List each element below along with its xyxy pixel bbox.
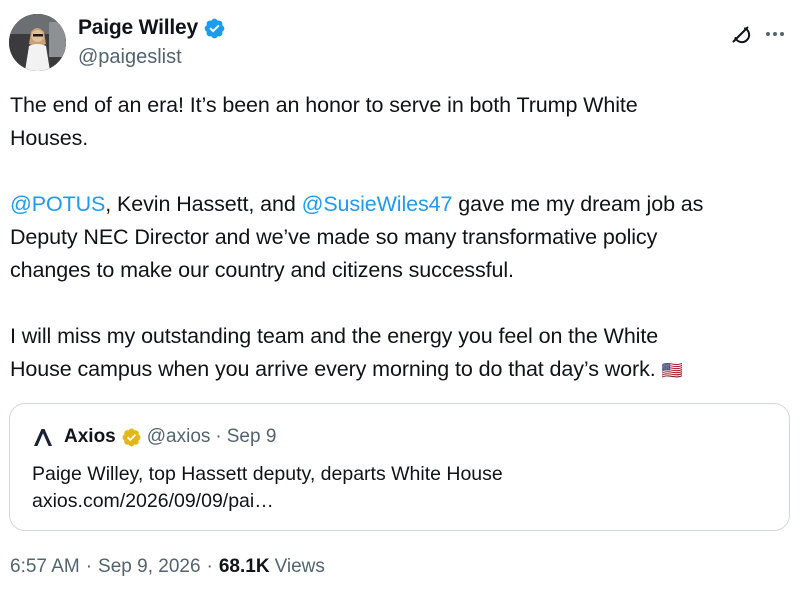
tweet: Paige Willey @paigeslist The end of an e… bbox=[0, 0, 800, 593]
quoted-tweet-link[interactable]: axios.com/2026/09/09/pai… bbox=[32, 490, 274, 513]
mention-susiewiles-link[interactable]: @SusieWiles47 bbox=[302, 192, 453, 216]
tweet-text-segment: , Kevin Hassett, and bbox=[105, 192, 302, 216]
tweet-text-line: I will miss my outstanding team and the … bbox=[10, 324, 659, 348]
more-icon[interactable] bbox=[763, 22, 787, 46]
author-handle[interactable]: @paigeslist bbox=[78, 46, 182, 69]
quoted-tweet-card[interactable]: Axios @axios · Sep 9 Paige Willey, top H… bbox=[9, 403, 790, 531]
gold-verified-badge-icon bbox=[121, 427, 142, 448]
views-count[interactable]: 68.1K bbox=[219, 556, 270, 578]
us-flag-emoji: 🇺🇸 bbox=[661, 361, 683, 380]
views-label: Views bbox=[274, 556, 325, 577]
axios-logo-icon bbox=[32, 426, 54, 448]
quoted-tweet-date: Sep 9 bbox=[226, 426, 277, 447]
tweet-header: Paige Willey @paigeslist bbox=[9, 10, 791, 72]
tweet-text-line: changes to make our country and citizens… bbox=[10, 258, 514, 282]
tweet-text-segment: House campus when you arrive every morni… bbox=[10, 357, 656, 381]
tweet-date-link[interactable]: Sep 9, 2026 bbox=[98, 556, 200, 578]
grok-icon[interactable] bbox=[729, 22, 753, 46]
tweet-meta: 6:57 AM · Sep 9, 2026 · 68.1K Views bbox=[10, 556, 325, 578]
separator-dot: · bbox=[215, 426, 222, 447]
name-row: Paige Willey bbox=[78, 16, 226, 40]
quoted-author-handle: @axios bbox=[146, 426, 211, 447]
separator-dot: · bbox=[85, 556, 93, 577]
tweet-text-line: Deputy NEC Director and we’ve made so ma… bbox=[10, 225, 658, 249]
separator-dot: · bbox=[206, 556, 213, 577]
tweet-text-line: House campus when you arrive every morni… bbox=[10, 353, 785, 387]
quoted-tweet-text: Paige Willey, top Hassett deputy, depart… bbox=[32, 463, 503, 485]
quoted-author-name: Axios bbox=[64, 426, 116, 447]
mention-potus-link[interactable]: @POTUS bbox=[10, 192, 105, 216]
verified-badge-icon[interactable] bbox=[203, 17, 226, 40]
tweet-text: The end of an era! It’s been an honor to… bbox=[10, 89, 785, 387]
tweet-time-link[interactable]: 6:57 AM bbox=[10, 556, 80, 578]
quoted-tweet-header: Axios @axios · Sep 9 bbox=[32, 426, 276, 448]
tweet-text-line: Houses. bbox=[10, 126, 89, 150]
tweet-text-segment: gave me my dream job as bbox=[452, 192, 704, 216]
tweet-text-line: The end of an era! It’s been an honor to… bbox=[10, 93, 638, 117]
display-name[interactable]: Paige Willey bbox=[78, 16, 198, 40]
avatar[interactable] bbox=[9, 14, 66, 71]
tweet-text-line: @POTUS, Kevin Hassett, and @SusieWiles47… bbox=[10, 188, 785, 221]
